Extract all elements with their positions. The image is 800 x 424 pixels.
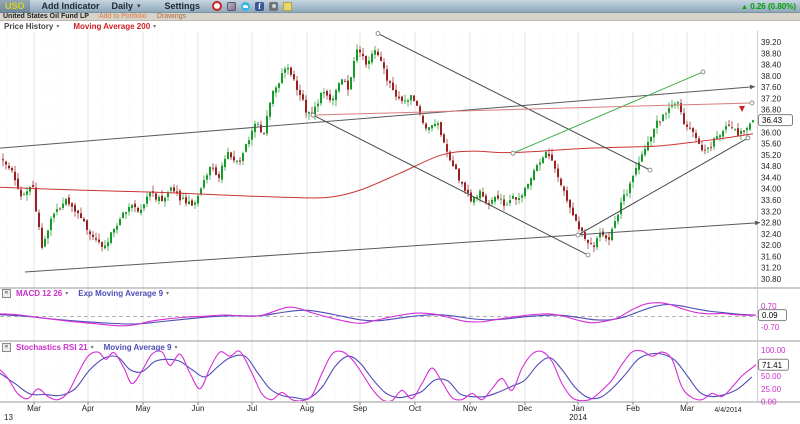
trendline-endpoint[interactable] [375,31,381,36]
stoch-tick-label: 25.00 [761,385,782,394]
month-label: Sep [353,404,368,413]
macd-caret-icon[interactable]: ▾ [65,290,68,297]
price-tick-label: 31.60 [761,252,782,261]
month-label: Feb [626,404,640,413]
price-tick-label: 34.40 [761,173,782,182]
month-label: Jan [572,404,585,413]
price-tick-label: 36.00 [761,128,782,137]
price-tick-label: 31.20 [761,264,782,273]
stoch-tick-label: 50.00 [761,372,782,381]
stoch-tick-label: 0.00 [761,398,777,407]
trendline-endpoint[interactable] [749,100,755,106]
macd-signal-caret-icon[interactable]: ▾ [166,290,169,297]
price-tick-label: 30.80 [761,275,782,284]
month-label: Jul [247,404,257,413]
month-label: May [135,404,150,413]
price-tick-label: 33.20 [761,207,782,216]
trendline-endpoint[interactable] [310,112,316,118]
price-tick-label: 34.80 [761,162,782,171]
trendline-endpoint[interactable] [585,252,591,258]
macd-tick-label: -0.70 [761,323,780,332]
price-tick-label: 34.00 [761,185,782,194]
value-box-label: 36.43 [762,116,783,125]
month-label: Mar [27,404,41,413]
stoch-label-dropdown[interactable]: Stochastics RSI 21 [16,343,88,352]
month-label: Mar [680,404,694,413]
price-tick-label: 38.00 [761,72,782,81]
macd-pane-header: ✕ MACD 12 26 ▾ Exp Moving Average 9 ▾ [0,289,169,298]
price-tick-label: 32.40 [761,230,782,239]
price-tick-label: 39.20 [761,38,782,47]
price-tick-label: 38.40 [761,61,782,70]
trendline-endpoint[interactable] [510,150,516,156]
trendline-endpoint[interactable] [575,232,581,238]
stoch-signal-dropdown[interactable]: Moving Average 9 [104,343,172,352]
trendline-endpoint[interactable] [745,135,751,141]
price-tick-label: 33.60 [761,196,782,205]
price-tick-label: 38.80 [761,49,782,58]
macd-close-button[interactable]: ✕ [2,289,11,298]
year-label: 2014 [569,413,587,422]
stoch-pane-header: ✕ Stochastics RSI 21 ▾ Moving Average 9 … [0,343,178,352]
month-label: Oct [409,404,422,413]
macd-label-dropdown[interactable]: MACD 12 26 [16,289,62,298]
trendline-endpoint[interactable] [700,69,706,75]
price-tick-label: 37.20 [761,94,782,103]
price-tick-label: 35.20 [761,151,782,160]
price-tick-label: 32.80 [761,219,782,228]
price-tick-label: 32.00 [761,241,782,250]
value-box-label: 71.41 [762,361,783,370]
chart-canvas[interactable]: 39.20 38.80 38.40 38.00 37.60 37.20 36.80 36.00… [0,0,800,424]
price-tick-label: 36.80 [761,106,782,115]
price-tick-label: 35.60 [761,140,782,149]
stoch-caret-icon[interactable]: ▾ [91,344,94,351]
month-label: Apr [82,404,95,413]
value-box-label: 0.09 [762,311,778,320]
year-left-label: 13 [4,413,13,422]
trendline-endpoint[interactable] [647,167,653,173]
macd-signal-dropdown[interactable]: Exp Moving Average 9 [78,289,163,298]
stoch-tick-label: 100.00 [761,346,786,355]
month-label: Aug [300,404,314,413]
stoch-close-button[interactable]: ✕ [2,343,11,352]
price-tick-label: 37.60 [761,83,782,92]
month-label: Jun [192,404,205,413]
stoch-signal-caret-icon[interactable]: ▾ [174,344,177,351]
month-label: Nov [463,404,477,413]
month-label: Dec [518,404,532,413]
last-date-label: 4/4/2014 [714,407,741,414]
